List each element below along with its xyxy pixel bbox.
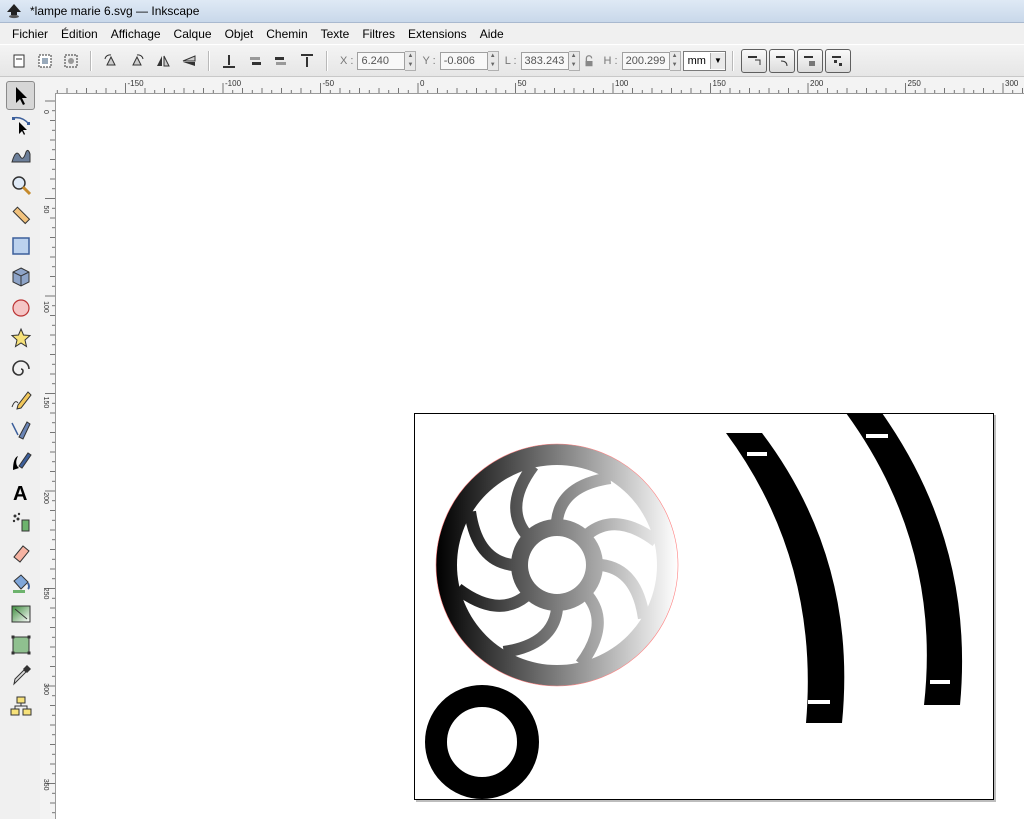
ring-shape[interactable] (425, 685, 539, 799)
arc-shape-left[interactable] (726, 433, 845, 723)
drawing-objects (425, 413, 963, 799)
wheel-shape[interactable] (430, 440, 685, 695)
arc-shape-right[interactable] (846, 413, 963, 705)
